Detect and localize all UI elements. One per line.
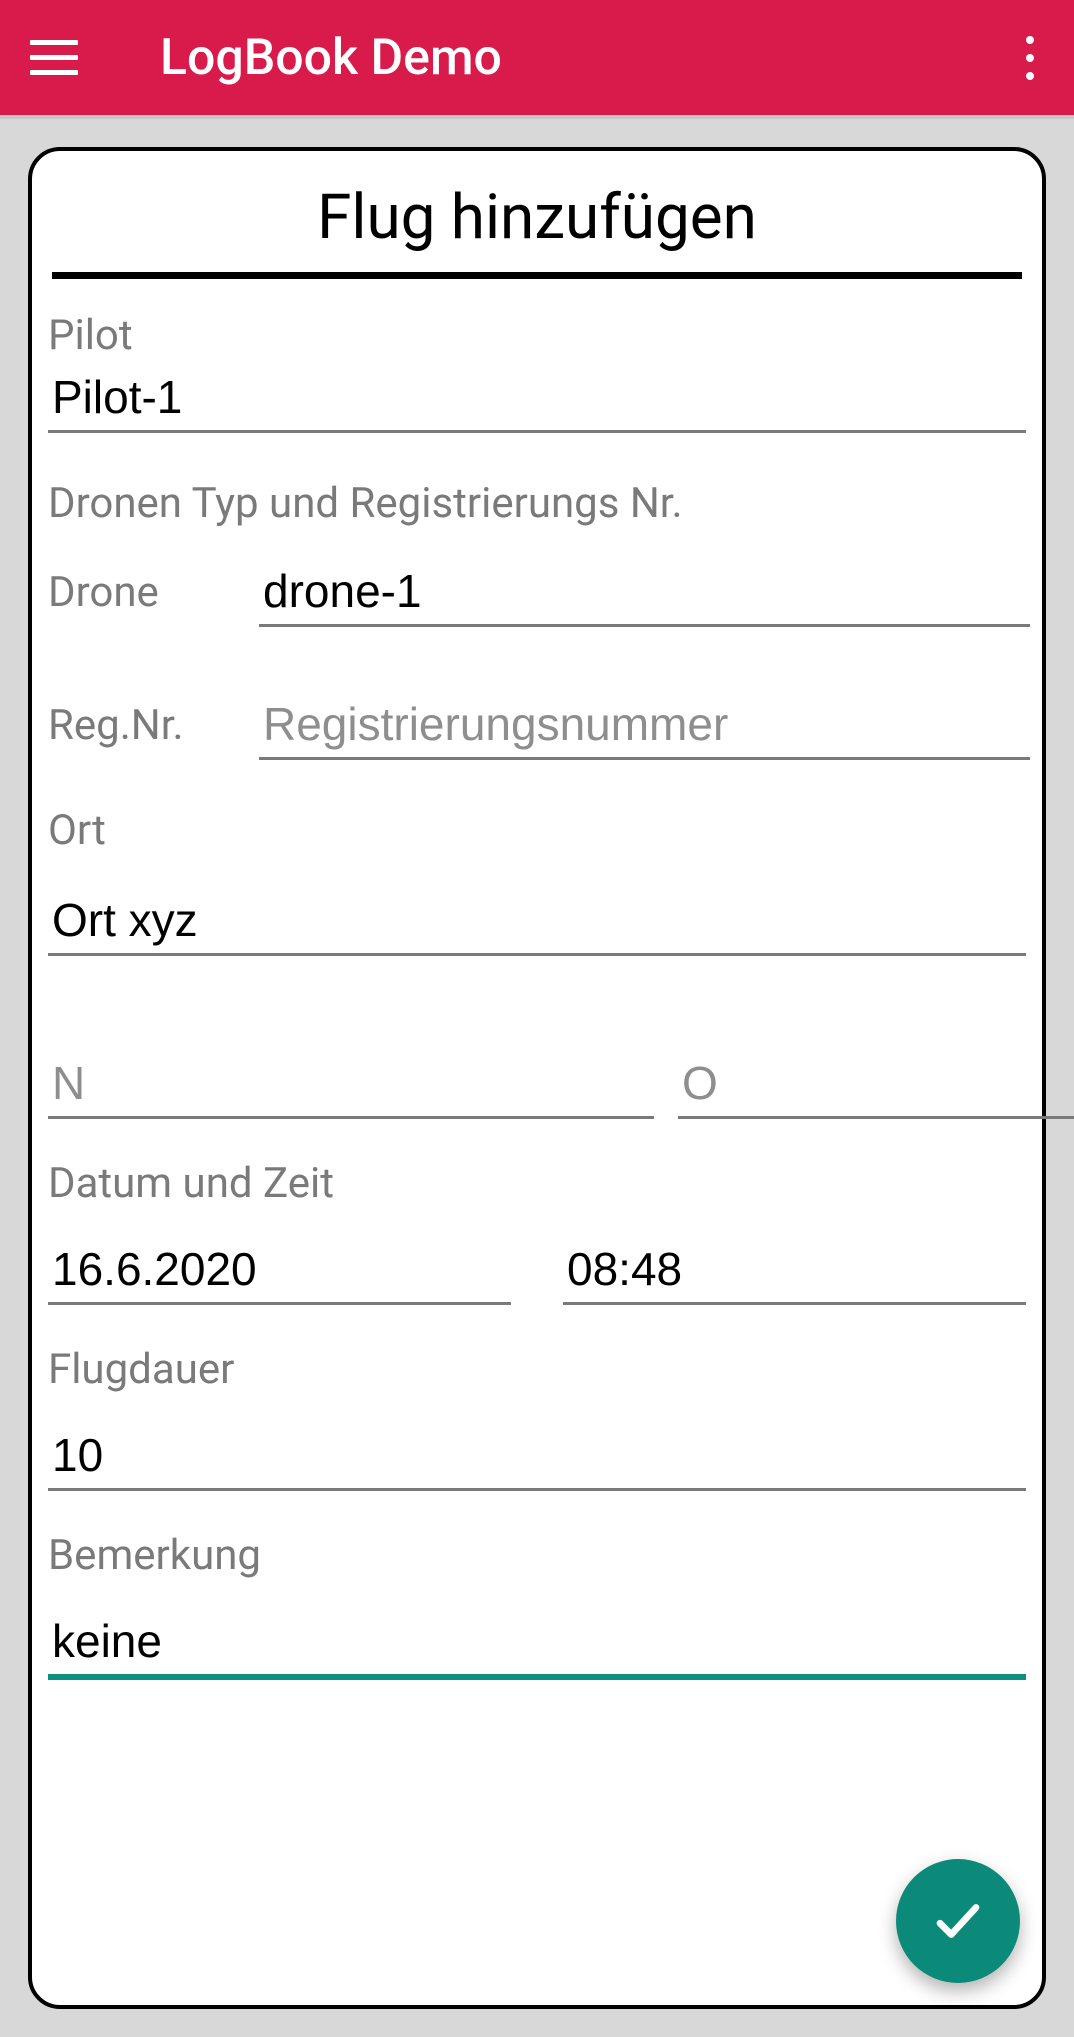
overflow-icon[interactable] xyxy=(1026,36,1034,80)
duration-label: Flugdauer xyxy=(44,1341,1030,1394)
remark-label: Bemerkung xyxy=(44,1527,1030,1580)
page-title: Flug hinzufügen xyxy=(52,181,1022,279)
save-fab[interactable] xyxy=(896,1859,1020,1983)
north-input[interactable] xyxy=(48,1046,654,1119)
date-input[interactable] xyxy=(48,1232,511,1305)
add-flight-card: Flug hinzufügen Pilot Dronen Typ und Reg… xyxy=(28,147,1046,2009)
duration-input[interactable] xyxy=(48,1418,1026,1491)
menu-icon[interactable] xyxy=(30,28,90,88)
regnr-input[interactable] xyxy=(259,687,1030,760)
appbar-divider xyxy=(0,115,1074,119)
pilot-label: Pilot xyxy=(44,307,1030,360)
app-title: LogBook Demo xyxy=(160,29,502,87)
regnr-label: Reg.Nr. xyxy=(44,701,219,760)
ort-input[interactable] xyxy=(48,883,1026,956)
remark-input[interactable] xyxy=(48,1604,1026,1678)
pilot-input[interactable] xyxy=(48,360,1026,433)
drone-label: Drone xyxy=(44,568,219,627)
east-input[interactable] xyxy=(678,1046,1074,1119)
ort-label: Ort xyxy=(44,802,1030,855)
datetime-label: Datum und Zeit xyxy=(44,1155,1030,1208)
drone-input[interactable] xyxy=(259,554,1030,627)
drone-section-label: Dronen Typ und Registrierungs Nr. xyxy=(44,475,1030,528)
check-icon xyxy=(931,1894,985,1948)
time-input[interactable] xyxy=(563,1232,1026,1305)
